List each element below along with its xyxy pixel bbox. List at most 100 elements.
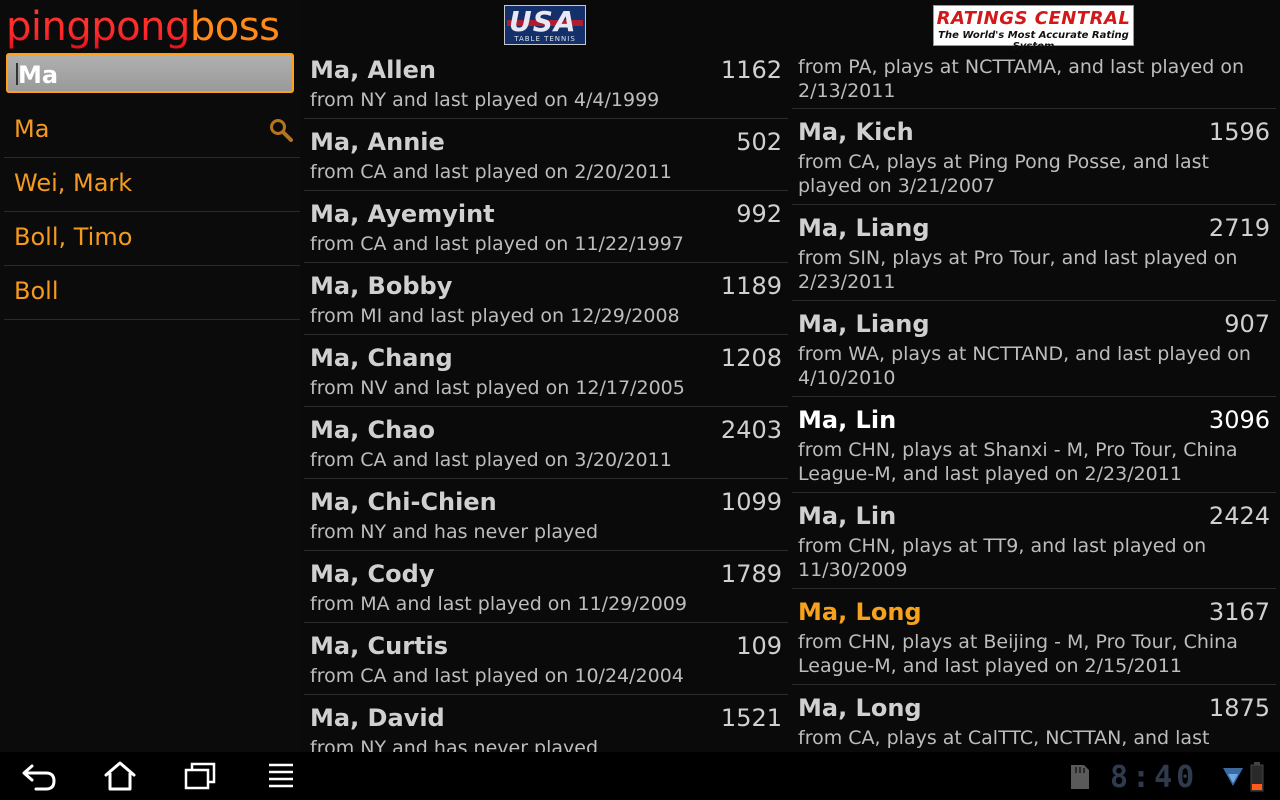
ratings-central-logo: RATINGS CENTRAL The World's Most Accurat… (933, 5, 1134, 52)
player-rating: 1208 (720, 344, 782, 372)
suggestion-label: Boll, Timo (14, 223, 133, 251)
player-rating: 1162 (720, 56, 782, 84)
suggestion-label: Boll (14, 277, 59, 305)
suggestion-item[interactable]: Wei, Mark (4, 157, 300, 212)
player-details: from CA, plays at Ping Pong Posse, and l… (798, 151, 1209, 197)
usa-logo-text: USA (509, 5, 577, 38)
player-row[interactable]: Ma, Allen 1162 from NY and last played o… (304, 52, 788, 119)
app-logo-part2: boss (189, 4, 280, 50)
player-rating: 1789 (720, 560, 782, 588)
player-details: from CA and last played on 11/22/1997 (310, 233, 684, 255)
player-rating: 992 (736, 200, 782, 228)
player-row[interactable]: Ma, Ayemyint 992 from CA and last played… (304, 196, 788, 263)
player-name: Ma, Kich (798, 118, 914, 146)
player-name: Ma, Chi-Chien (310, 488, 497, 516)
sd-card-icon (1071, 765, 1089, 789)
player-details: from CHN, plays at TT9, and last played … (798, 535, 1207, 581)
menu-icon[interactable] (259, 760, 303, 792)
player-row-highlighted[interactable]: Ma, Long 3167 from CHN, plays at Beijing… (792, 594, 1276, 685)
ratings-central-tagline: The World's Most Accurate Rating System (938, 30, 1129, 52)
player-rating: 3167 (1208, 598, 1270, 626)
search-input-value: Ma (18, 61, 59, 89)
player-rating: 2424 (1208, 502, 1270, 530)
player-details: from CA and last played on 3/20/2011 (310, 449, 672, 471)
player-name: Ma, Lin (798, 406, 897, 434)
player-name: Ma, Chang (310, 344, 453, 372)
player-rating: 109 (736, 632, 782, 660)
player-name: Ma, Long (798, 694, 922, 722)
player-details: from MA and last played on 11/29/2009 (310, 593, 688, 615)
player-details: from CA, plays at CalTTC, NCTTAN, and la… (798, 727, 1210, 752)
system-bar: 8:40 (0, 752, 1280, 800)
player-row[interactable]: Ma, Chi-Chien 1099 from NY and has never… (304, 484, 788, 551)
player-name: Ma, Curtis (310, 632, 449, 660)
player-row[interactable]: Ma, Lin 3096 from CHN, plays at Shanxi -… (792, 402, 1276, 493)
player-row[interactable]: Ma, Long 1875 from CA, plays at CalTTC, … (792, 690, 1276, 752)
player-rating: 1596 (1208, 118, 1270, 146)
player-rating: 2719 (1208, 214, 1270, 242)
player-name: Ma, Cody (310, 560, 435, 588)
usa-table-tennis-logo: USA TABLE TENNIS (504, 5, 586, 45)
player-row[interactable]: Ma, Bobby 1189 from MI and last played o… (304, 268, 788, 335)
search-input[interactable]: Ma (6, 53, 294, 93)
player-row[interactable]: Ma, David 1521 from NY and has never pla… (304, 700, 788, 752)
suggestion-item[interactable]: Boll, Timo (4, 211, 300, 266)
back-icon[interactable] (18, 760, 62, 792)
player-name: Ma, David (310, 704, 445, 732)
player-name: Ma, Long (798, 598, 922, 626)
player-details: from CA and last played on 2/20/2011 (310, 161, 672, 183)
player-rating: 502 (736, 128, 782, 156)
usatt-results-list[interactable]: Ma, Allen 1162 from NY and last played o… (304, 52, 788, 752)
wifi-icon (1223, 768, 1243, 786)
player-details: from NY and last played on 4/4/1999 (310, 89, 660, 111)
player-row[interactable]: Ma, Chang 1208 from NV and last played o… (304, 340, 788, 407)
player-details: from CHN, plays at Beijing - M, Pro Tour… (798, 631, 1238, 677)
player-details: from MI and last played on 12/29/2008 (310, 305, 680, 327)
player-details: from SIN, plays at Pro Tour, and last pl… (798, 247, 1238, 293)
player-row[interactable]: Ma, Chao 2403 from CA and last played on… (304, 412, 788, 479)
battery-icon (1250, 762, 1264, 792)
player-details: from WA, plays at NCTTAND, and last play… (798, 343, 1251, 389)
app-logo-part1: pingpong (6, 4, 190, 50)
player-details: from NY and has never played (310, 737, 599, 752)
player-row[interactable]: from PA, plays at NCTTAMA, and last play… (792, 52, 1276, 109)
search-icon[interactable] (268, 117, 294, 143)
player-details: from NV and last played on 12/17/2005 (310, 377, 685, 399)
player-row[interactable]: Ma, Cody 1789 from MA and last played on… (304, 556, 788, 623)
player-rating: 2403 (720, 416, 782, 444)
player-name: Ma, Chao (310, 416, 435, 444)
ratings-central-title: RATINGS CENTRAL (936, 8, 1131, 29)
player-rating: 1189 (720, 272, 782, 300)
player-row[interactable]: Ma, Kich 1596 from CA, plays at Ping Pon… (792, 114, 1276, 205)
player-row[interactable]: Ma, Lin 2424 from CHN, plays at TT9, and… (792, 498, 1276, 589)
home-icon[interactable] (98, 760, 142, 792)
player-rating: 907 (1224, 310, 1270, 338)
player-name: Ma, Liang (798, 310, 930, 338)
player-rating: 1875 (1208, 694, 1270, 722)
player-row[interactable]: Ma, Liang 2719 from SIN, plays at Pro To… (792, 210, 1276, 301)
ratings-central-results-list[interactable]: from PA, plays at NCTTAMA, and last play… (792, 52, 1276, 752)
player-details: from PA, plays at NCTTAMA, and last play… (798, 56, 1244, 102)
player-rating: 1521 (720, 704, 782, 732)
player-rating: 3096 (1208, 406, 1270, 434)
app-logo: pingpongboss (6, 2, 280, 52)
suggestion-label: Wei, Mark (14, 169, 133, 197)
suggestion-item[interactable]: Ma (4, 103, 300, 158)
player-name: Ma, Lin (798, 502, 897, 530)
clock: 8:40 (1110, 760, 1199, 795)
suggestion-item[interactable]: Boll (4, 265, 300, 320)
player-details: from CHN, plays at Shanxi - M, Pro Tour,… (798, 439, 1238, 485)
player-details: from NY and has never played (310, 521, 599, 543)
recent-apps-icon[interactable] (178, 760, 222, 792)
player-name: Ma, Annie (310, 128, 445, 156)
usa-logo-subtext: TABLE TENNIS (514, 35, 576, 43)
player-row[interactable]: Ma, Curtis 109 from CA and last played o… (304, 628, 788, 695)
player-name: Ma, Liang (798, 214, 930, 242)
player-name: Ma, Allen (310, 56, 436, 84)
player-name: Ma, Ayemyint (310, 200, 495, 228)
player-row[interactable]: Ma, Liang 907 from WA, plays at NCTTAND,… (792, 306, 1276, 397)
suggestion-label: Ma (14, 115, 50, 143)
search-panel: pingpongboss Ma Ma Wei, Mark Boll, Timo … (0, 0, 300, 752)
player-row[interactable]: Ma, Annie 502 from CA and last played on… (304, 124, 788, 191)
player-rating: 1099 (720, 488, 782, 516)
